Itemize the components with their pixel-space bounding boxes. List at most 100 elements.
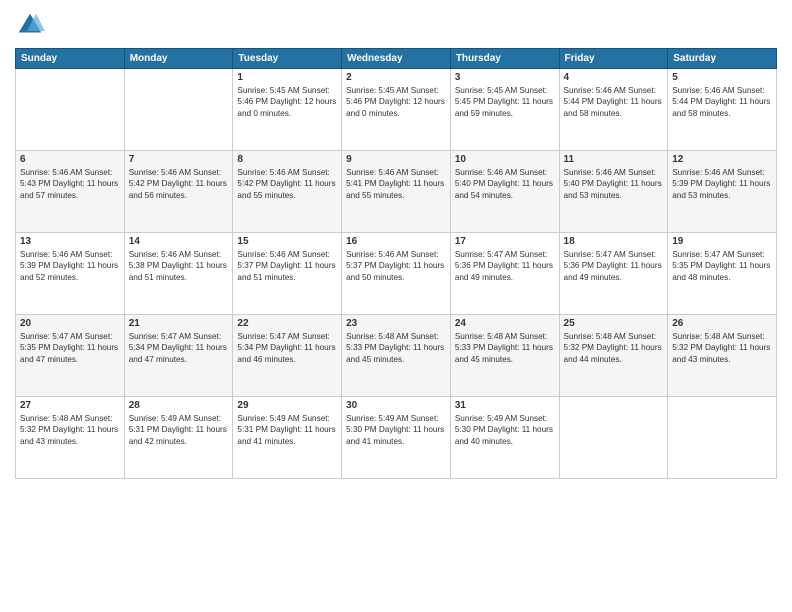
day-info: Sunrise: 5:46 AM Sunset: 5:42 PM Dayligh… — [129, 167, 229, 201]
calendar-cell: 19Sunrise: 5:47 AM Sunset: 5:35 PM Dayli… — [668, 233, 777, 315]
page: SundayMondayTuesdayWednesdayThursdayFrid… — [0, 0, 792, 612]
week-row-4: 20Sunrise: 5:47 AM Sunset: 5:35 PM Dayli… — [16, 315, 777, 397]
day-number: 25 — [564, 318, 664, 329]
day-info: Sunrise: 5:49 AM Sunset: 5:30 PM Dayligh… — [346, 413, 446, 447]
calendar-cell: 6Sunrise: 5:46 AM Sunset: 5:43 PM Daylig… — [16, 151, 125, 233]
day-number: 2 — [346, 72, 446, 83]
day-info: Sunrise: 5:47 AM Sunset: 5:36 PM Dayligh… — [564, 249, 664, 283]
day-number: 22 — [237, 318, 337, 329]
week-row-5: 27 Sunrise: 5:48 AM Sunset: 5:32 PM Dayli… — [16, 397, 777, 479]
day-info: Sunrise: 5:48 AM Sunset: 5:32 PM Dayligh… — [672, 331, 772, 365]
calendar: SundayMondayTuesdayWednesdayThursdayFrid… — [15, 48, 777, 479]
day-info: Sunrise: 5:47 AM Sunset: 5:34 PM Dayligh… — [129, 331, 229, 365]
calendar-cell: 1Sunrise: 5:45 AM Sunset: 5:46 PM Daylig… — [233, 69, 342, 151]
day-info: Sunrise: 5:46 AM Sunset: 5:44 PM Dayligh… — [672, 85, 772, 119]
day-info: Sunrise: 5:46 AM Sunset: 5:38 PM Dayligh… — [129, 249, 229, 283]
calendar-cell — [124, 69, 233, 151]
day-info: Sunrise: 5:47 AM Sunset: 5:35 PM Dayligh… — [672, 249, 772, 283]
day-info: Sunrise: 5:45 AM Sunset: 5:46 PM Dayligh… — [346, 85, 446, 119]
calendar-cell: 7 Sunrise: 5:46 AM Sunset: 5:42 PM Daylig… — [124, 151, 233, 233]
logo — [15, 10, 49, 40]
logo-icon — [15, 10, 45, 40]
day-number: 15 — [237, 236, 337, 247]
calendar-cell: 22 Sunrise: 5:47 AM Sunset: 5:34 PM Dayli… — [233, 315, 342, 397]
calendar-cell — [668, 397, 777, 479]
calendar-cell: 17Sunrise: 5:47 AM Sunset: 5:36 PM Dayli… — [450, 233, 559, 315]
calendar-cell: 21 Sunrise: 5:47 AM Sunset: 5:34 PM Dayli… — [124, 315, 233, 397]
weekday-header-row: SundayMondayTuesdayWednesdayThursdayFrid… — [16, 49, 777, 69]
header — [15, 10, 777, 40]
week-row-2: 6Sunrise: 5:46 AM Sunset: 5:43 PM Daylig… — [16, 151, 777, 233]
weekday-header-wednesday: Wednesday — [342, 49, 451, 69]
day-number: 7 — [129, 154, 229, 165]
calendar-cell: 10 Sunrise: 5:46 AM Sunset: 5:40 PM Dayli… — [450, 151, 559, 233]
day-number: 18 — [564, 236, 664, 247]
day-info: Sunrise: 5:49 AM Sunset: 5:31 PM Dayligh… — [129, 413, 229, 447]
day-number: 28 — [129, 400, 229, 411]
day-number: 4 — [564, 72, 664, 83]
calendar-cell: 27 Sunrise: 5:48 AM Sunset: 5:32 PM Dayli… — [16, 397, 125, 479]
day-number: 26 — [672, 318, 772, 329]
week-row-1: 1 Sunrise: 5:45 AM Sunset: 5:46 PM Daylig… — [16, 69, 777, 151]
day-info: Sunrise: 5:47 AM Sunset: 5:36 PM Dayligh… — [455, 249, 555, 283]
calendar-cell: 4Sunrise: 5:46 AM Sunset: 5:44 PM Daylig… — [559, 69, 668, 151]
calendar-cell: 31 Sunrise: 5:49 AM Sunset: 5:30 PM Dayli… — [450, 397, 559, 479]
day-number: 27 — [20, 400, 120, 411]
day-number: 5 — [672, 72, 772, 83]
day-info: Sunrise: 5:46 AM Sunset: 5:37 PM Dayligh… — [237, 249, 337, 283]
calendar-cell: 18 Sunrise: 5:47 AM Sunset: 5:36 PM Dayli… — [559, 233, 668, 315]
day-info: Sunrise: 5:46 AM Sunset: 5:40 PM Dayligh… — [455, 167, 555, 201]
calendar-cell: 9Sunrise: 5:46 AM Sunset: 5:41 PM Daylig… — [342, 151, 451, 233]
calendar-cell: 23Sunrise: 5:48 AM Sunset: 5:33 PM Dayli… — [342, 315, 451, 397]
calendar-cell: 20Sunrise: 5:47 AM Sunset: 5:35 PM Dayli… — [16, 315, 125, 397]
day-number: 16 — [346, 236, 446, 247]
day-number: 24 — [455, 318, 555, 329]
day-info: Sunrise: 5:46 AM Sunset: 5:42 PM Dayligh… — [237, 167, 337, 201]
day-info: Sunrise: 5:47 AM Sunset: 5:34 PM Dayligh… — [237, 331, 337, 365]
day-number: 14 — [129, 236, 229, 247]
day-info: Sunrise: 5:46 AM Sunset: 5:43 PM Dayligh… — [20, 167, 120, 201]
day-number: 29 — [237, 400, 337, 411]
day-number: 1 — [237, 72, 337, 83]
calendar-cell: 24 Sunrise: 5:48 AM Sunset: 5:33 PM Dayli… — [450, 315, 559, 397]
day-info: Sunrise: 5:49 AM Sunset: 5:30 PM Dayligh… — [455, 413, 555, 447]
weekday-header-sunday: Sunday — [16, 49, 125, 69]
day-info: Sunrise: 5:48 AM Sunset: 5:32 PM Dayligh… — [20, 413, 120, 447]
day-number: 21 — [129, 318, 229, 329]
day-number: 13 — [20, 236, 120, 247]
day-number: 20 — [20, 318, 120, 329]
calendar-cell: 5 Sunrise: 5:46 AM Sunset: 5:44 PM Daylig… — [668, 69, 777, 151]
day-number: 12 — [672, 154, 772, 165]
calendar-cell: 15 Sunrise: 5:46 AM Sunset: 5:37 PM Dayli… — [233, 233, 342, 315]
day-number: 23 — [346, 318, 446, 329]
day-number: 8 — [237, 154, 337, 165]
day-number: 30 — [346, 400, 446, 411]
day-number: 10 — [455, 154, 555, 165]
calendar-cell: 14 Sunrise: 5:46 AM Sunset: 5:38 PM Dayli… — [124, 233, 233, 315]
weekday-header-friday: Friday — [559, 49, 668, 69]
calendar-cell: 2 Sunrise: 5:45 AM Sunset: 5:46 PM Daylig… — [342, 69, 451, 151]
week-row-3: 13 Sunrise: 5:46 AM Sunset: 5:39 PM Dayli… — [16, 233, 777, 315]
calendar-cell: 8 Sunrise: 5:46 AM Sunset: 5:42 PM Daylig… — [233, 151, 342, 233]
day-info: Sunrise: 5:46 AM Sunset: 5:39 PM Dayligh… — [672, 167, 772, 201]
weekday-header-saturday: Saturday — [668, 49, 777, 69]
calendar-cell: 3 Sunrise: 5:45 AM Sunset: 5:45 PM Daylig… — [450, 69, 559, 151]
day-number: 3 — [455, 72, 555, 83]
calendar-cell — [16, 69, 125, 151]
day-number: 9 — [346, 154, 446, 165]
day-number: 31 — [455, 400, 555, 411]
calendar-cell: 30 Sunrise: 5:49 AM Sunset: 5:30 PM Dayli… — [342, 397, 451, 479]
day-info: Sunrise: 5:46 AM Sunset: 5:37 PM Dayligh… — [346, 249, 446, 283]
calendar-cell: 16 Sunrise: 5:46 AM Sunset: 5:37 PM Dayli… — [342, 233, 451, 315]
weekday-header-thursday: Thursday — [450, 49, 559, 69]
calendar-cell: 12 Sunrise: 5:46 AM Sunset: 5:39 PM Dayli… — [668, 151, 777, 233]
day-info: Sunrise: 5:46 AM Sunset: 5:39 PM Dayligh… — [20, 249, 120, 283]
day-info: Sunrise: 5:45 AM Sunset: 5:45 PM Dayligh… — [455, 85, 555, 119]
calendar-cell: 13 Sunrise: 5:46 AM Sunset: 5:39 PM Dayli… — [16, 233, 125, 315]
day-info: Sunrise: 5:48 AM Sunset: 5:32 PM Dayligh… — [564, 331, 664, 365]
weekday-header-monday: Monday — [124, 49, 233, 69]
calendar-cell: 11Sunrise: 5:46 AM Sunset: 5:40 PM Dayli… — [559, 151, 668, 233]
day-number: 11 — [564, 154, 664, 165]
day-info: Sunrise: 5:48 AM Sunset: 5:33 PM Dayligh… — [455, 331, 555, 365]
day-info: Sunrise: 5:49 AM Sunset: 5:31 PM Dayligh… — [237, 413, 337, 447]
